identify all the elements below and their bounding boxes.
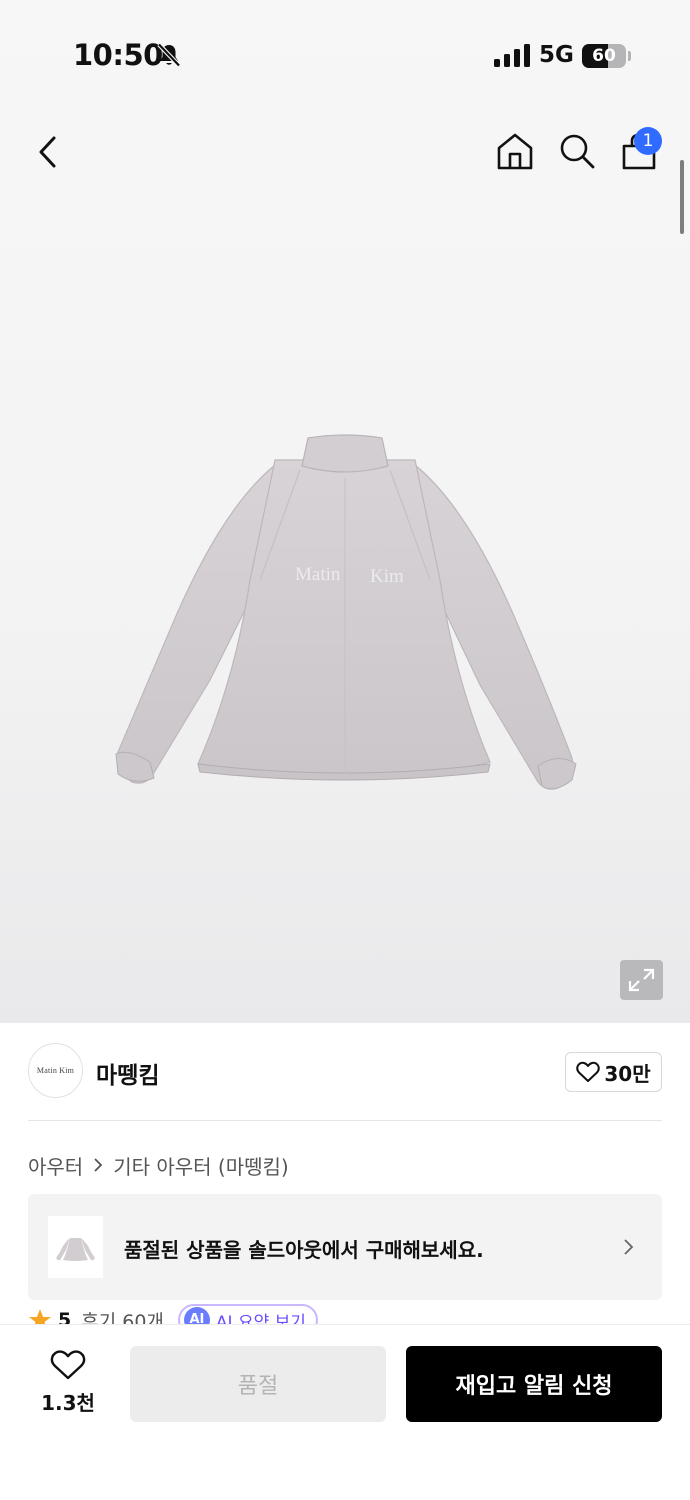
cart-count-badge: 1 (634, 127, 662, 155)
network-type: 5G (539, 42, 574, 68)
brand-like-count: 30만 (604, 1061, 651, 1086)
breadcrumb-item[interactable]: 아우터 (28, 1151, 83, 1180)
back-arrow-icon[interactable] (32, 132, 66, 172)
search-icon[interactable] (558, 132, 596, 170)
brand-row[interactable]: Matin Kim 마뗑킴 30만 (28, 1043, 662, 1101)
chevron-right-icon (624, 1239, 634, 1255)
bell-slash-icon (157, 42, 181, 68)
thumbnail-jacket-image (56, 1238, 95, 1261)
product-image-area[interactable]: 10:50 5G 60 1 Matin Kim (0, 0, 690, 1023)
soldout-button: 품절 (130, 1346, 386, 1422)
print-text-kim: Kim (370, 566, 404, 587)
battery-level: 60 (592, 46, 616, 66)
status-bar: 10:50 5G 60 (0, 0, 690, 110)
cellular-signal-icon (494, 44, 530, 67)
product-thumbnail (48, 1216, 103, 1278)
expand-image-button[interactable] (620, 960, 663, 1000)
soldout-promo-banner[interactable]: 품절된 상품을 솔드아웃에서 구매해보세요. (28, 1194, 662, 1300)
bottom-action-bar: 1.3천 품절 재입고 알림 신청 (0, 1324, 690, 1500)
brand-logo[interactable]: Matin Kim (28, 1043, 83, 1098)
scroll-indicator (680, 160, 684, 234)
wishlist-count: 1.3천 (41, 1391, 95, 1415)
heart-icon (50, 1350, 86, 1380)
battery-nub (628, 51, 631, 61)
soldout-promo-text: 품절된 상품을 솔드아웃에서 구매해보세요. (124, 1238, 484, 1262)
expand-icon (628, 968, 655, 992)
brand-logo-text: Matin Kim (36, 1066, 75, 1075)
brand-name[interactable]: 마뗑킴 (96, 1056, 159, 1090)
divider (28, 1120, 662, 1121)
breadcrumb-item[interactable]: 기타 아우터 (마뗑킴) (113, 1151, 289, 1180)
home-icon[interactable] (496, 132, 534, 170)
brand-like-button[interactable]: 30만 (565, 1052, 662, 1092)
wishlist-button[interactable]: 1.3천 (30, 1349, 106, 1419)
heart-icon (576, 1061, 601, 1082)
battery-icon: 60 (582, 44, 626, 68)
status-time: 10:50 (73, 38, 163, 72)
chevron-right-icon (94, 1158, 103, 1172)
product-photo-jacket: Matin Kim (115, 434, 577, 790)
restock-alert-button[interactable]: 재입고 알림 신청 (406, 1346, 662, 1422)
breadcrumb: 아우터 기타 아우터 (마뗑킴) (28, 1150, 289, 1180)
print-text-matin: Matin (295, 564, 341, 585)
